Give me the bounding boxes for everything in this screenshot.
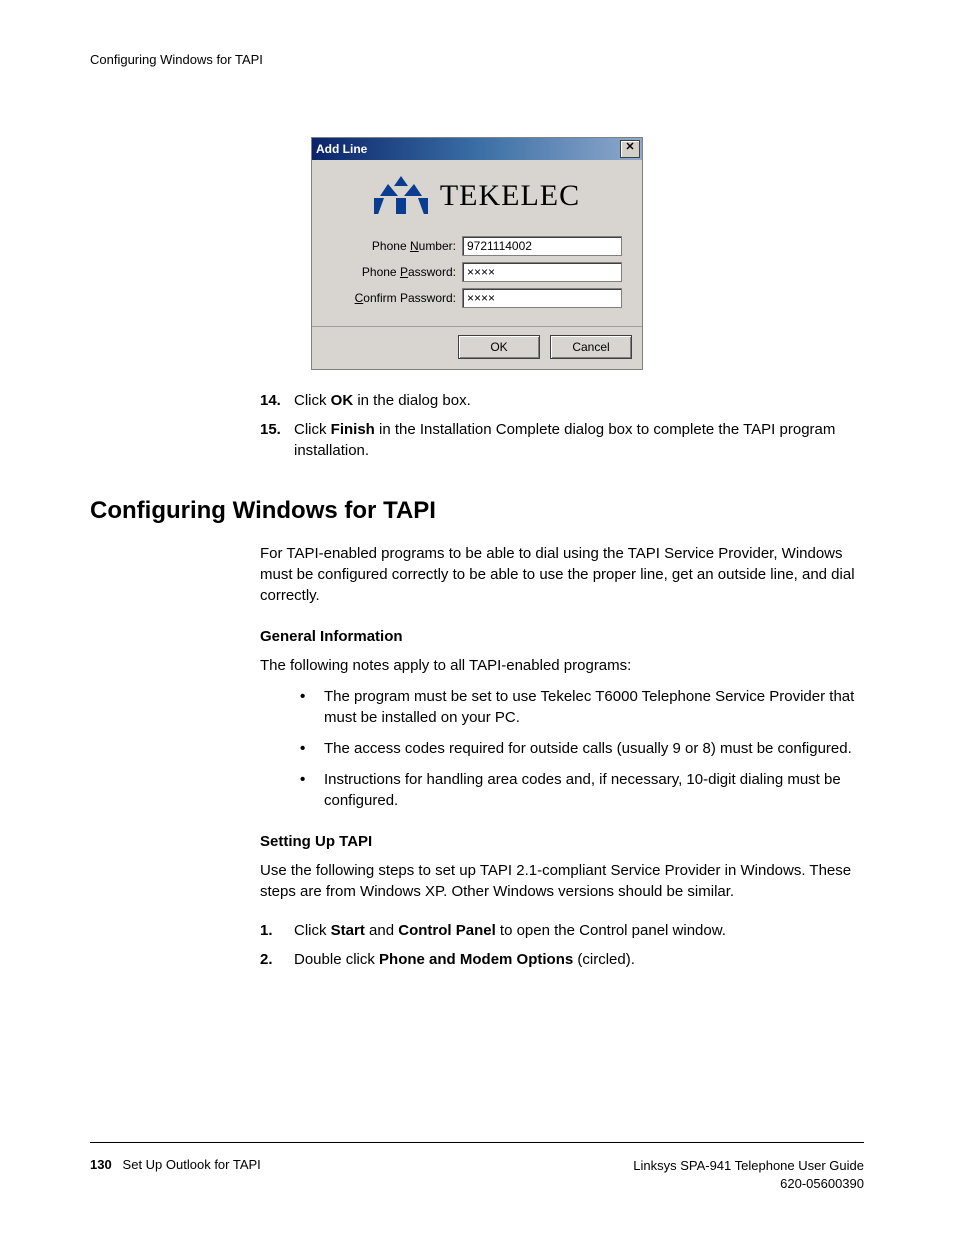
bullet-item: •Instructions for handling area codes an…: [300, 769, 864, 811]
page-footer: 130 Set Up Outlook for TAPI Linksys SPA-…: [90, 1142, 864, 1193]
step-text: Click Finish in the Installation Complet…: [294, 419, 864, 461]
phone-number-input[interactable]: [462, 236, 622, 256]
footer-left: 130 Set Up Outlook for TAPI: [90, 1157, 261, 1193]
footer-guide: Linksys SPA-941 Telephone User Guide: [633, 1157, 864, 1175]
ok-button[interactable]: OK: [458, 335, 540, 359]
footer-chapter: Set Up Outlook for TAPI: [123, 1157, 261, 1172]
phone-number-label: Phone Number:: [372, 239, 456, 253]
confirm-password-input[interactable]: [462, 288, 622, 308]
step-item: 2.Double click Phone and Modem Options (…: [260, 949, 864, 970]
running-header: Configuring Windows for TAPI: [90, 52, 864, 67]
phone-password-row: Phone Password:: [322, 262, 622, 282]
dialog-footer: OK Cancel: [312, 326, 642, 369]
phone-password-input[interactable]: [462, 262, 622, 282]
step-item: 14.Click OK in the dialog box.: [260, 390, 864, 411]
add-line-dialog: Add Line ✕: [311, 137, 643, 370]
dialog-titlebar: Add Line ✕: [312, 138, 642, 160]
step-number: 2.: [260, 949, 294, 970]
bullet-item: •The access codes required for outside c…: [300, 738, 864, 759]
step-item: 15.Click Finish in the Installation Comp…: [260, 419, 864, 461]
steps-14-15: 14.Click OK in the dialog box.15.Click F…: [260, 390, 864, 461]
general-info-heading: General Information: [260, 628, 864, 645]
setup-intro: Use the following steps to set up TAPI 2…: [260, 860, 864, 902]
step-number: 15.: [260, 419, 294, 461]
logo-row: TEKELEC: [322, 176, 632, 216]
confirm-password-row: Confirm Password:: [322, 288, 622, 308]
step-text: Click OK in the dialog box.: [294, 390, 864, 411]
general-intro: The following notes apply to all TAPI-en…: [260, 655, 864, 676]
page-number: 130: [90, 1157, 112, 1172]
confirm-password-label: Confirm Password:: [355, 291, 456, 305]
dialog-title: Add Line: [316, 142, 367, 156]
bullet-dot-icon: •: [300, 686, 324, 728]
bullet-text: The access codes required for outside ca…: [324, 738, 852, 759]
footer-docnum: 620-05600390: [633, 1175, 864, 1193]
step-number: 14.: [260, 390, 294, 411]
setting-up-heading: Setting Up TAPI: [260, 833, 864, 850]
page: Configuring Windows for TAPI Add Line ✕: [0, 0, 954, 1235]
phone-number-row: Phone Number:: [322, 236, 622, 256]
step-text: Click Start and Control Panel to open th…: [294, 920, 864, 941]
dialog-screenshot-wrap: Add Line ✕: [90, 137, 864, 370]
section-heading: Configuring Windows for TAPI: [90, 497, 864, 525]
step-number: 1.: [260, 920, 294, 941]
bullet-dot-icon: •: [300, 769, 324, 811]
bullet-item: •The program must be set to use Tekelec …: [300, 686, 864, 728]
close-button[interactable]: ✕: [620, 140, 640, 158]
section-intro: For TAPI-enabled programs to be able to …: [260, 543, 864, 606]
tekelec-logo-icon: [374, 176, 428, 216]
close-icon: ✕: [625, 141, 634, 153]
setup-steps-list: 1.Click Start and Control Panel to open …: [260, 920, 864, 970]
cancel-button[interactable]: Cancel: [550, 335, 632, 359]
step-item: 1.Click Start and Control Panel to open …: [260, 920, 864, 941]
dialog-body: TEKELEC Phone Number: Phone Password:: [312, 160, 642, 326]
bullet-text: The program must be set to use Tekelec T…: [324, 686, 864, 728]
footer-right: Linksys SPA-941 Telephone User Guide 620…: [633, 1157, 864, 1193]
bullet-text: Instructions for handling area codes and…: [324, 769, 864, 811]
phone-password-label: Phone Password:: [362, 265, 456, 279]
general-bullet-list: •The program must be set to use Tekelec …: [300, 686, 864, 811]
logo-text: TEKELEC: [440, 179, 580, 213]
bullet-dot-icon: •: [300, 738, 324, 759]
footer-rule: [90, 1142, 864, 1143]
step-text: Double click Phone and Modem Options (ci…: [294, 949, 864, 970]
